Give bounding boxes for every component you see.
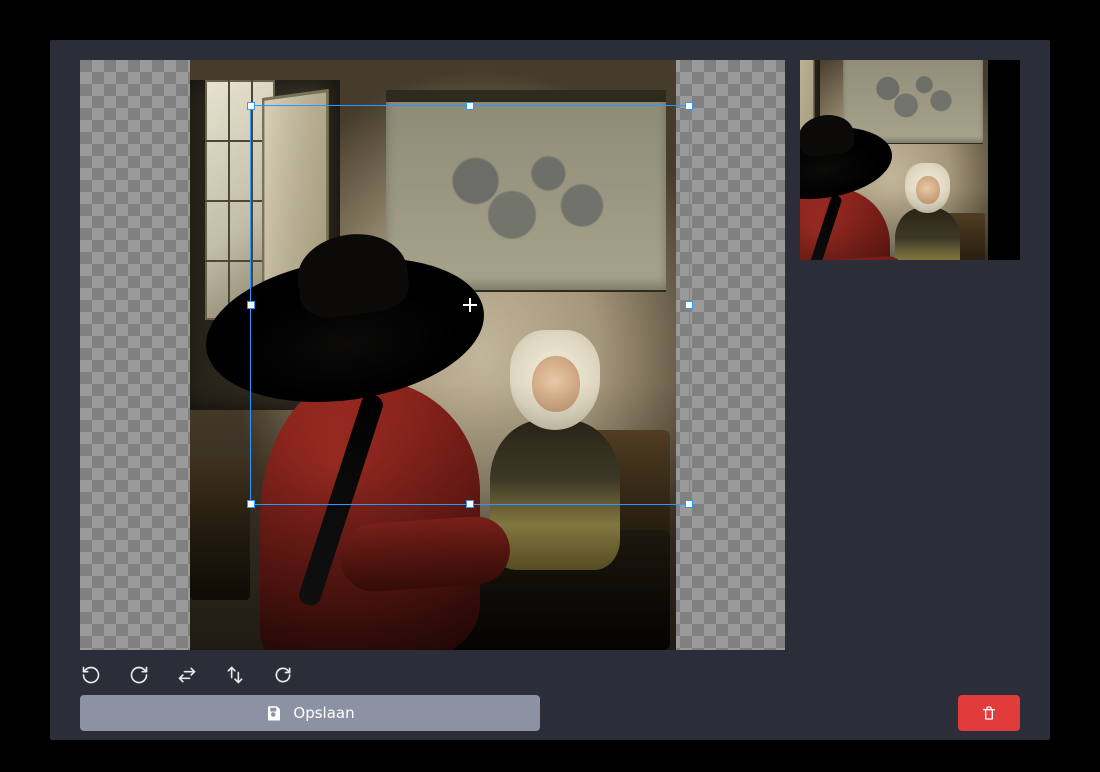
save-button[interactable]: Opslaan [80, 695, 540, 731]
flip-vertical-button[interactable] [224, 664, 246, 686]
editor-toolbar [80, 660, 540, 690]
delete-button[interactable] [958, 695, 1020, 731]
image-editor-panel: Opslaan [50, 40, 1050, 740]
refresh-icon [273, 665, 293, 685]
reset-button[interactable] [272, 664, 294, 686]
crop-canvas[interactable] [80, 60, 785, 650]
crop-handle-sw[interactable] [247, 500, 255, 508]
crop-handle-ne[interactable] [685, 102, 693, 110]
save-icon [265, 704, 283, 722]
crop-handle-nw[interactable] [247, 102, 255, 110]
swap-vertical-icon [225, 665, 245, 685]
crop-handle-se[interactable] [685, 500, 693, 508]
crop-center-icon [463, 298, 477, 312]
crop-handle-e[interactable] [685, 301, 693, 309]
flip-horizontal-button[interactable] [176, 664, 198, 686]
rotate-ccw-icon [81, 665, 101, 685]
swap-horizontal-icon [177, 665, 197, 685]
crop-selection[interactable] [250, 105, 690, 505]
crop-preview-thumbnail [800, 60, 1020, 260]
rotate-cw-icon [129, 665, 149, 685]
crop-handle-s[interactable] [466, 500, 474, 508]
crop-handle-n[interactable] [466, 102, 474, 110]
rotate-right-button[interactable] [128, 664, 150, 686]
trash-icon [981, 705, 997, 721]
rotate-left-button[interactable] [80, 664, 102, 686]
save-button-label: Opslaan [293, 704, 354, 722]
crop-handle-w[interactable] [247, 301, 255, 309]
